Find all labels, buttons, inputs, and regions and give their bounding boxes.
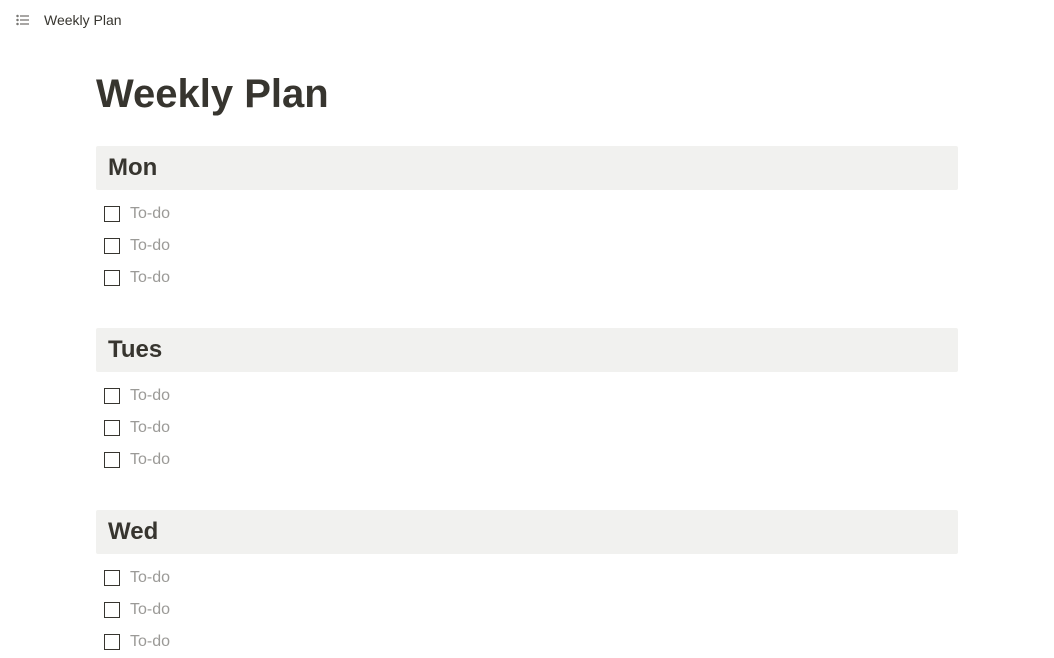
todo-item: To-do: [96, 412, 958, 444]
todo-text[interactable]: To-do: [130, 419, 950, 437]
list-icon: [14, 11, 32, 29]
todo-text[interactable]: To-do: [130, 633, 950, 651]
todo-checkbox[interactable]: [104, 270, 120, 286]
todo-checkbox[interactable]: [104, 388, 120, 404]
todo-item: To-do: [96, 626, 958, 658]
todo-text[interactable]: To-do: [130, 205, 950, 223]
day-section-mon: Mon To-do To-do To-do: [96, 146, 958, 294]
page-content: Weekly Plan Mon To-do To-do To-do Tues T…: [0, 40, 1054, 658]
todo-text[interactable]: To-do: [130, 451, 950, 469]
todo-checkbox[interactable]: [104, 238, 120, 254]
todo-item: To-do: [96, 380, 958, 412]
todo-text[interactable]: To-do: [130, 237, 950, 255]
todo-checkbox[interactable]: [104, 634, 120, 650]
todo-text[interactable]: To-do: [130, 601, 950, 619]
day-section-tues: Tues To-do To-do To-do: [96, 328, 958, 476]
todo-item: To-do: [96, 230, 958, 262]
todo-checkbox[interactable]: [104, 420, 120, 436]
todo-checkbox[interactable]: [104, 602, 120, 618]
todo-checkbox[interactable]: [104, 452, 120, 468]
day-header[interactable]: Tues: [96, 328, 958, 372]
topbar: Weekly Plan: [0, 0, 1054, 40]
todo-item: To-do: [96, 444, 958, 476]
day-header[interactable]: Wed: [96, 510, 958, 554]
todo-text[interactable]: To-do: [130, 569, 950, 587]
todo-checkbox[interactable]: [104, 570, 120, 586]
day-section-wed: Wed To-do To-do To-do: [96, 510, 958, 658]
day-header[interactable]: Mon: [96, 146, 958, 190]
todo-text[interactable]: To-do: [130, 269, 950, 287]
todo-text[interactable]: To-do: [130, 387, 950, 405]
todo-item: To-do: [96, 594, 958, 626]
todo-item: To-do: [96, 198, 958, 230]
breadcrumb[interactable]: Weekly Plan: [40, 10, 126, 30]
todo-checkbox[interactable]: [104, 206, 120, 222]
todo-item: To-do: [96, 262, 958, 294]
page-title[interactable]: Weekly Plan: [96, 70, 958, 118]
todo-item: To-do: [96, 562, 958, 594]
